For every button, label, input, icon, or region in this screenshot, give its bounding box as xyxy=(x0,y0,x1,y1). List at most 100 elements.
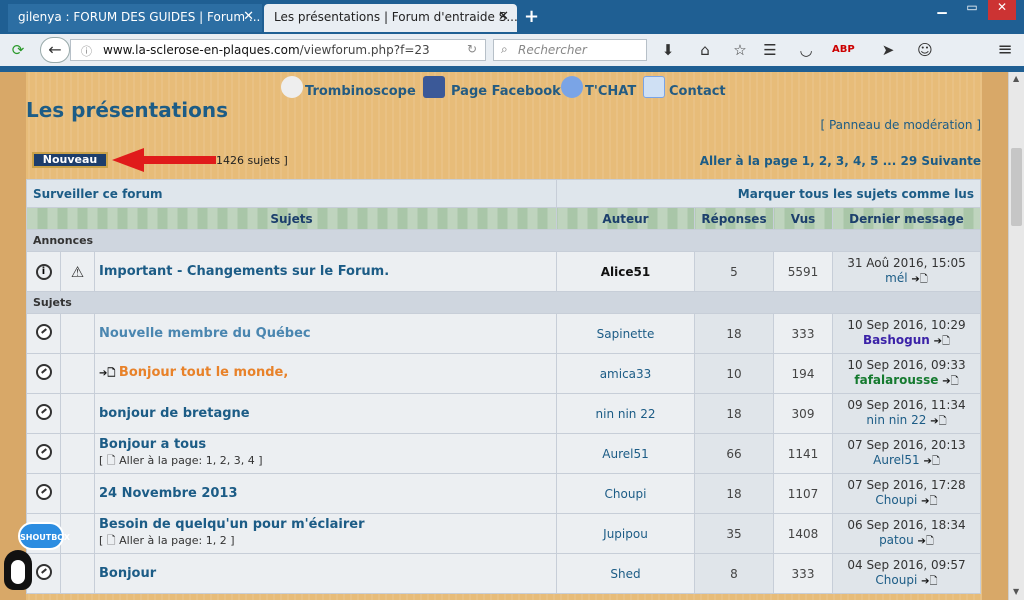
topic-type-cell xyxy=(60,353,95,394)
last-post-user[interactable]: Bashogun xyxy=(863,333,930,347)
new-topic-button[interactable]: Nouveau xyxy=(32,152,108,168)
last-post-date: 04 Sep 2016, 09:57 xyxy=(847,558,966,572)
scroll-down-icon[interactable]: ▼ xyxy=(1013,587,1019,596)
tab-title: gilenya : FORUM DES GUIDES | Forum ... xyxy=(18,10,261,24)
topic-title-link[interactable]: Bonjour xyxy=(99,566,156,581)
tab-forum-guides[interactable]: gilenya : FORUM DES GUIDES | Forum ... ✕ xyxy=(8,4,262,32)
table-row: i ⚠ Important - Changements sur le Forum… xyxy=(26,251,981,292)
refresh-green-icon[interactable]: ⟳ xyxy=(8,40,28,60)
topic-replies: 5 xyxy=(694,251,774,292)
topic-status-icon xyxy=(26,393,61,434)
goto-last-post-icon[interactable]: ➔🗋 xyxy=(918,536,934,547)
last-post-user[interactable]: Choupi xyxy=(875,493,917,507)
link-chat[interactable]: T'CHAT xyxy=(585,84,636,99)
topic-title-link[interactable]: Bonjour tout le monde, xyxy=(119,365,288,380)
new-tab-button[interactable]: + xyxy=(524,6,539,27)
moderation-panel-link[interactable]: [ Panneau de modération ] xyxy=(820,118,981,132)
close-tab-icon[interactable]: ✕ xyxy=(498,9,509,24)
topic-status-icon xyxy=(26,433,61,474)
topic-author[interactable]: Aurel51 xyxy=(556,433,695,474)
topic-views: 1107 xyxy=(773,473,833,514)
last-post-date: 09 Sep 2016, 11:34 xyxy=(847,398,966,412)
back-button[interactable]: ← xyxy=(40,37,70,63)
topic-title-link[interactable]: Bonjour a tous xyxy=(99,437,206,452)
goto-unread-icon[interactable]: ➔🗋 xyxy=(99,368,119,379)
reading-list-icon[interactable]: ☰ xyxy=(760,40,780,60)
topic-pages[interactable]: [ 🗋 Aller à la page: 1, 2, 3, 4 ] xyxy=(99,452,552,471)
last-post-user[interactable]: mél xyxy=(885,271,907,285)
scroll-thumb[interactable] xyxy=(1011,148,1022,226)
emoji-icon[interactable]: ☺ xyxy=(915,40,935,60)
goto-last-post-icon[interactable]: ➔🗋 xyxy=(934,336,950,347)
mark-read-link[interactable]: Marquer tous les sujets comme lus xyxy=(556,179,981,208)
scrollbar[interactable]: ▲ ▼ xyxy=(1008,72,1024,600)
topic-author[interactable]: Alice51 xyxy=(556,251,695,292)
maximize-button[interactable]: ▭ xyxy=(958,0,986,20)
minimize-button[interactable]: ▁ xyxy=(928,0,956,20)
topic-cell: Besoin de quelqu'un pour m'éclairer[ 🗋 A… xyxy=(94,513,557,554)
topic-title-link[interactable]: Besoin de quelqu'un pour m'éclairer xyxy=(99,517,365,532)
topic-title-link[interactable]: Nouvelle membre du Québec xyxy=(99,326,311,341)
watch-forum-link[interactable]: Surveiller ce forum xyxy=(26,179,557,208)
topics-table: Surveiller ce forum Marquer tous les suj… xyxy=(26,179,981,594)
table-row: bonjour de bretagne nin nin 22 18 309 09 Sep… xyxy=(26,393,981,434)
red-arrow-annotation xyxy=(112,148,216,172)
bookmark-star-icon[interactable]: ☆ xyxy=(730,40,750,60)
shoutbox-widget[interactable]: SHOUTBOX xyxy=(0,522,70,600)
topic-cell: Nouvelle membre du Québec xyxy=(94,313,557,354)
chat-icon xyxy=(561,76,583,98)
pocket-icon[interactable]: ◡ xyxy=(796,40,816,60)
goto-last-post-icon[interactable]: ➔🗋 xyxy=(930,416,946,427)
link-trombinoscope[interactable]: Trombinoscope xyxy=(305,84,416,99)
topic-title-link[interactable]: 24 Novembre 2013 xyxy=(99,486,238,501)
topic-title-link[interactable]: Important - Changements sur le Forum. xyxy=(94,251,557,292)
topic-replies: 8 xyxy=(694,553,774,594)
last-post-user[interactable]: patou xyxy=(879,533,914,547)
goto-last-post-icon[interactable]: ➔🗋 xyxy=(911,274,927,285)
topic-author[interactable]: Jupipou xyxy=(556,513,695,554)
topic-replies: 10 xyxy=(694,353,774,394)
home-icon[interactable]: ⌂ xyxy=(695,40,715,60)
topic-author[interactable]: Sapinette xyxy=(556,313,695,354)
search-icon: ⌕ xyxy=(501,42,508,56)
goto-last-post-icon[interactable]: ➔🗋 xyxy=(921,576,937,587)
topic-cell: Bonjour a tous[ 🗋 Aller à la page: 1, 2,… xyxy=(94,433,557,474)
topic-pages[interactable]: [ 🗋 Aller à la page: 1, 2 ] xyxy=(99,532,552,551)
topic-title-link[interactable]: bonjour de bretagne xyxy=(99,406,250,421)
forum-container: Trombinoscope Page Facebook T'CHAT Conta… xyxy=(26,72,981,600)
search-input[interactable]: ⌕ Rechercher xyxy=(493,39,647,61)
tab-presentations[interactable]: Les présentations | Forum d'entraide S..… xyxy=(264,4,517,32)
reload-icon[interactable]: ↻ xyxy=(467,42,477,56)
goto-last-post-icon[interactable]: ➔🗋 xyxy=(921,496,937,507)
last-post-user[interactable]: fafalarousse xyxy=(854,373,938,387)
navigation-bar: ⟳ ← ⓘ www.la-sclerose-en-plaques.com/vie… xyxy=(0,34,1024,66)
topic-type-cell xyxy=(60,433,95,474)
download-icon[interactable]: ⬇ xyxy=(658,40,678,60)
last-post-user[interactable]: Aurel51 xyxy=(873,453,919,467)
adblock-icon[interactable]: ABP xyxy=(832,40,855,60)
url-bar[interactable]: ⓘ www.la-sclerose-en-plaques.com/viewfor… xyxy=(70,39,486,61)
table-row: 24 Novembre 2013 Choupi 18 1107 07 Sep 2016,… xyxy=(26,473,981,514)
send-icon[interactable]: ➤ xyxy=(878,40,898,60)
pagination[interactable]: Aller à la page 1, 2, 3, 4, 5 ... 29 Sui… xyxy=(700,154,981,168)
link-facebook[interactable]: Page Facebook xyxy=(451,84,561,99)
goto-last-post-icon[interactable]: ➔🗋 xyxy=(942,376,958,387)
topic-replies: 18 xyxy=(694,393,774,434)
close-window-button[interactable]: ✕ xyxy=(988,0,1016,20)
last-post-user[interactable]: Choupi xyxy=(875,573,917,587)
last-post-date: 10 Sep 2016, 09:33 xyxy=(847,358,966,372)
topic-author[interactable]: amica33 xyxy=(556,353,695,394)
goto-last-post-icon[interactable]: ➔🗋 xyxy=(923,456,939,467)
link-contact[interactable]: Contact xyxy=(669,84,726,99)
browser-chrome: gilenya : FORUM DES GUIDES | Forum ... ✕… xyxy=(0,0,1024,72)
col-views: Vus xyxy=(773,207,833,230)
topic-author[interactable]: Shed xyxy=(556,553,695,594)
last-post: 06 Sep 2016, 18:34 patou ➔🗋 xyxy=(832,513,981,554)
menu-icon[interactable]: ≡ xyxy=(995,40,1015,60)
last-post-user[interactable]: nin nin 22 xyxy=(866,413,926,427)
topic-author[interactable]: Choupi xyxy=(556,473,695,514)
topic-author[interactable]: nin nin 22 xyxy=(556,393,695,434)
info-icon[interactable]: ⓘ xyxy=(81,43,92,59)
close-tab-icon[interactable]: ✕ xyxy=(243,9,254,24)
scroll-up-icon[interactable]: ▲ xyxy=(1013,74,1019,83)
